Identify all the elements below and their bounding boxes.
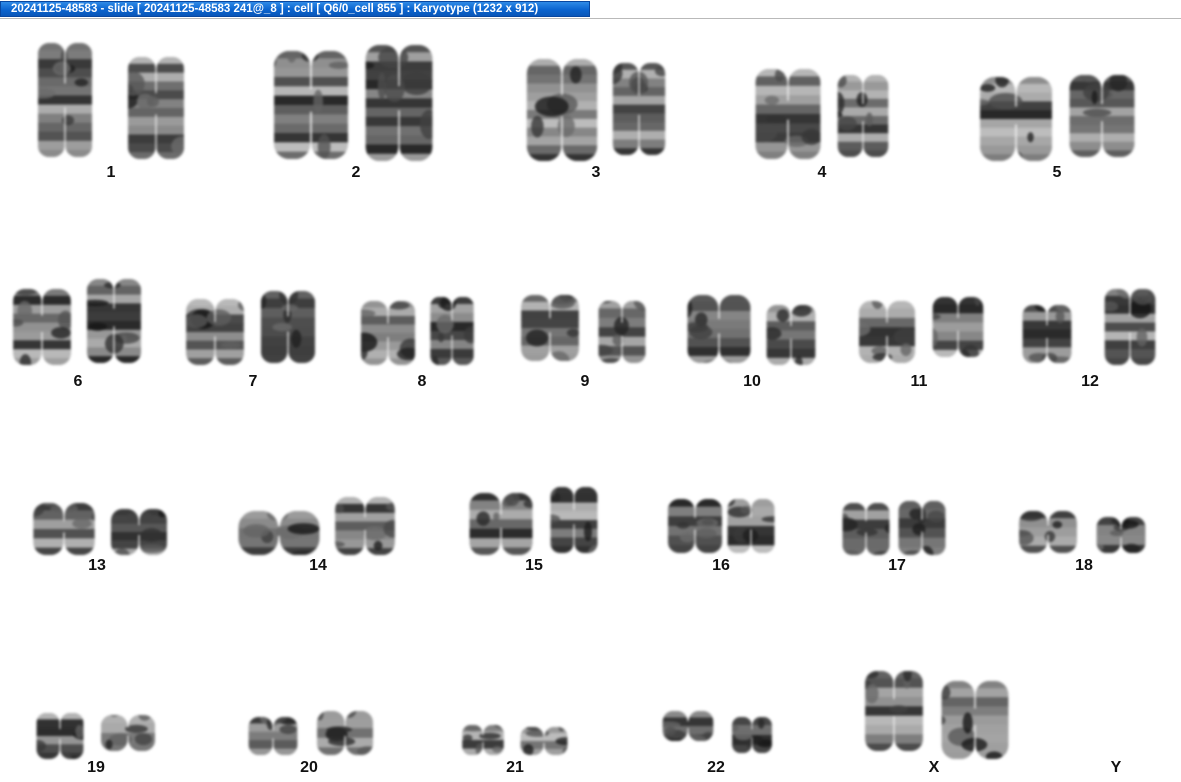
chromosome-21-homolog-b[interactable] [518,725,570,757]
chromosome-label-5: 5 [1052,164,1062,181]
karyotype-panel: 1 2 3 4 5 6 7 8 9 10 11 12 13 14 15 16 17 18 19 20 21 22 X Y [0,19,1181,782]
chromosome-2-homolog-b[interactable] [362,43,436,163]
chromosome-label-7: 7 [248,373,258,390]
chromosome-label-15: 15 [525,557,543,574]
chromosome-label-20: 20 [300,759,318,776]
chromosome-17-homolog-a[interactable] [840,501,892,557]
chromosome-15-homolog-a[interactable] [466,491,536,557]
chromosome-1-homolog-a[interactable] [35,41,95,159]
chromosome-label-3: 3 [591,164,601,181]
chromosome-20-homolog-b[interactable] [314,709,376,757]
chromosome-label-17: 17 [888,557,906,574]
chromosome-12-homolog-b[interactable] [1102,287,1158,367]
chromosome-label-11: 11 [910,373,928,390]
chromosome-label-Y: Y [1110,759,1122,776]
chromosome-label-16: 16 [712,557,730,574]
chromosome-label-2: 2 [351,164,361,181]
chromosome-9-homolog-b[interactable] [596,299,648,365]
chromosome-10-homolog-a[interactable] [684,293,754,365]
chromosome-1-homolog-b[interactable] [125,55,187,161]
chromosome-label-18: 18 [1075,557,1093,574]
chromosome-21-homolog-a[interactable] [460,723,506,757]
chromosome-14-homolog-b[interactable] [332,495,398,557]
chromosome-label-19: 19 [87,759,105,776]
chromosome-label-13: 13 [88,557,106,574]
active-title-bar[interactable]: 20241125-48583 - slide [ 20241125-48583 … [0,1,590,17]
chromosome-7-homolog-b[interactable] [258,289,318,365]
chromosome-13-homolog-b[interactable] [108,507,170,557]
chromosome-11-homolog-a[interactable] [856,299,918,365]
chromosome-9-homolog-a[interactable] [518,293,582,363]
chromosome-19-homolog-b[interactable] [98,713,158,753]
chromosome-3-homolog-a[interactable] [523,57,601,163]
chromosome-17-homolog-b[interactable] [896,499,948,557]
chromosome-X-homolog-a[interactable] [862,669,926,753]
chromosome-4-homolog-b[interactable] [835,73,891,159]
chromosome-8-homolog-a[interactable] [358,299,418,367]
chromosome-label-9: 9 [580,373,590,390]
chromosome-20-homolog-a[interactable] [246,715,300,757]
chromosome-18-homolog-b[interactable] [1094,515,1148,555]
chromosome-6-homolog-a[interactable] [10,287,74,367]
chromosome-label-14: 14 [309,557,327,574]
chromosome-6-homolog-b[interactable] [84,277,144,365]
chromosome-15-homolog-b[interactable] [548,485,600,555]
chromosome-label-6: 6 [73,373,83,390]
chromosome-19-homolog-a[interactable] [34,711,86,761]
chromosome-13-homolog-a[interactable] [30,501,98,557]
chromosome-10-homolog-b[interactable] [764,303,818,367]
chromosome-X-homolog-b[interactable] [938,679,1012,761]
chromosome-label-10: 10 [743,373,761,390]
chromosome-3-homolog-b[interactable] [610,61,668,157]
chromosome-2-homolog-a[interactable] [270,49,352,161]
window-title: 20241125-48583 - slide [ 20241125-48583 … [11,3,539,15]
chromosome-16-homolog-b[interactable] [725,497,777,555]
chromosome-label-22: 22 [707,759,725,776]
window-titlebar: 20241125-48583 - slide [ 20241125-48583 … [0,0,1181,19]
chromosome-11-homolog-b[interactable] [930,295,986,359]
chromosome-4-homolog-a[interactable] [752,67,824,161]
chromosome-label-12: 12 [1081,373,1099,390]
chromosome-label-1: 1 [106,164,116,181]
chromosome-16-homolog-a[interactable] [665,497,725,555]
chromosome-14-homolog-a[interactable] [234,509,324,557]
chromosome-22-homolog-a[interactable] [660,709,716,743]
chromosome-label-4: 4 [817,164,827,181]
chromosome-label-8: 8 [417,373,427,390]
chromosome-18-homolog-a[interactable] [1016,509,1080,555]
chromosome-22-homolog-b[interactable] [730,715,774,755]
chromosome-7-homolog-a[interactable] [183,297,247,367]
chromosome-5-homolog-b[interactable] [1066,73,1138,159]
chromosome-8-homolog-b[interactable] [428,295,476,367]
chromosome-label-X: X [928,759,940,776]
chromosome-label-21: 21 [506,759,524,776]
chromosome-12-homolog-a[interactable] [1020,303,1074,365]
chromosome-5-homolog-a[interactable] [976,75,1056,163]
